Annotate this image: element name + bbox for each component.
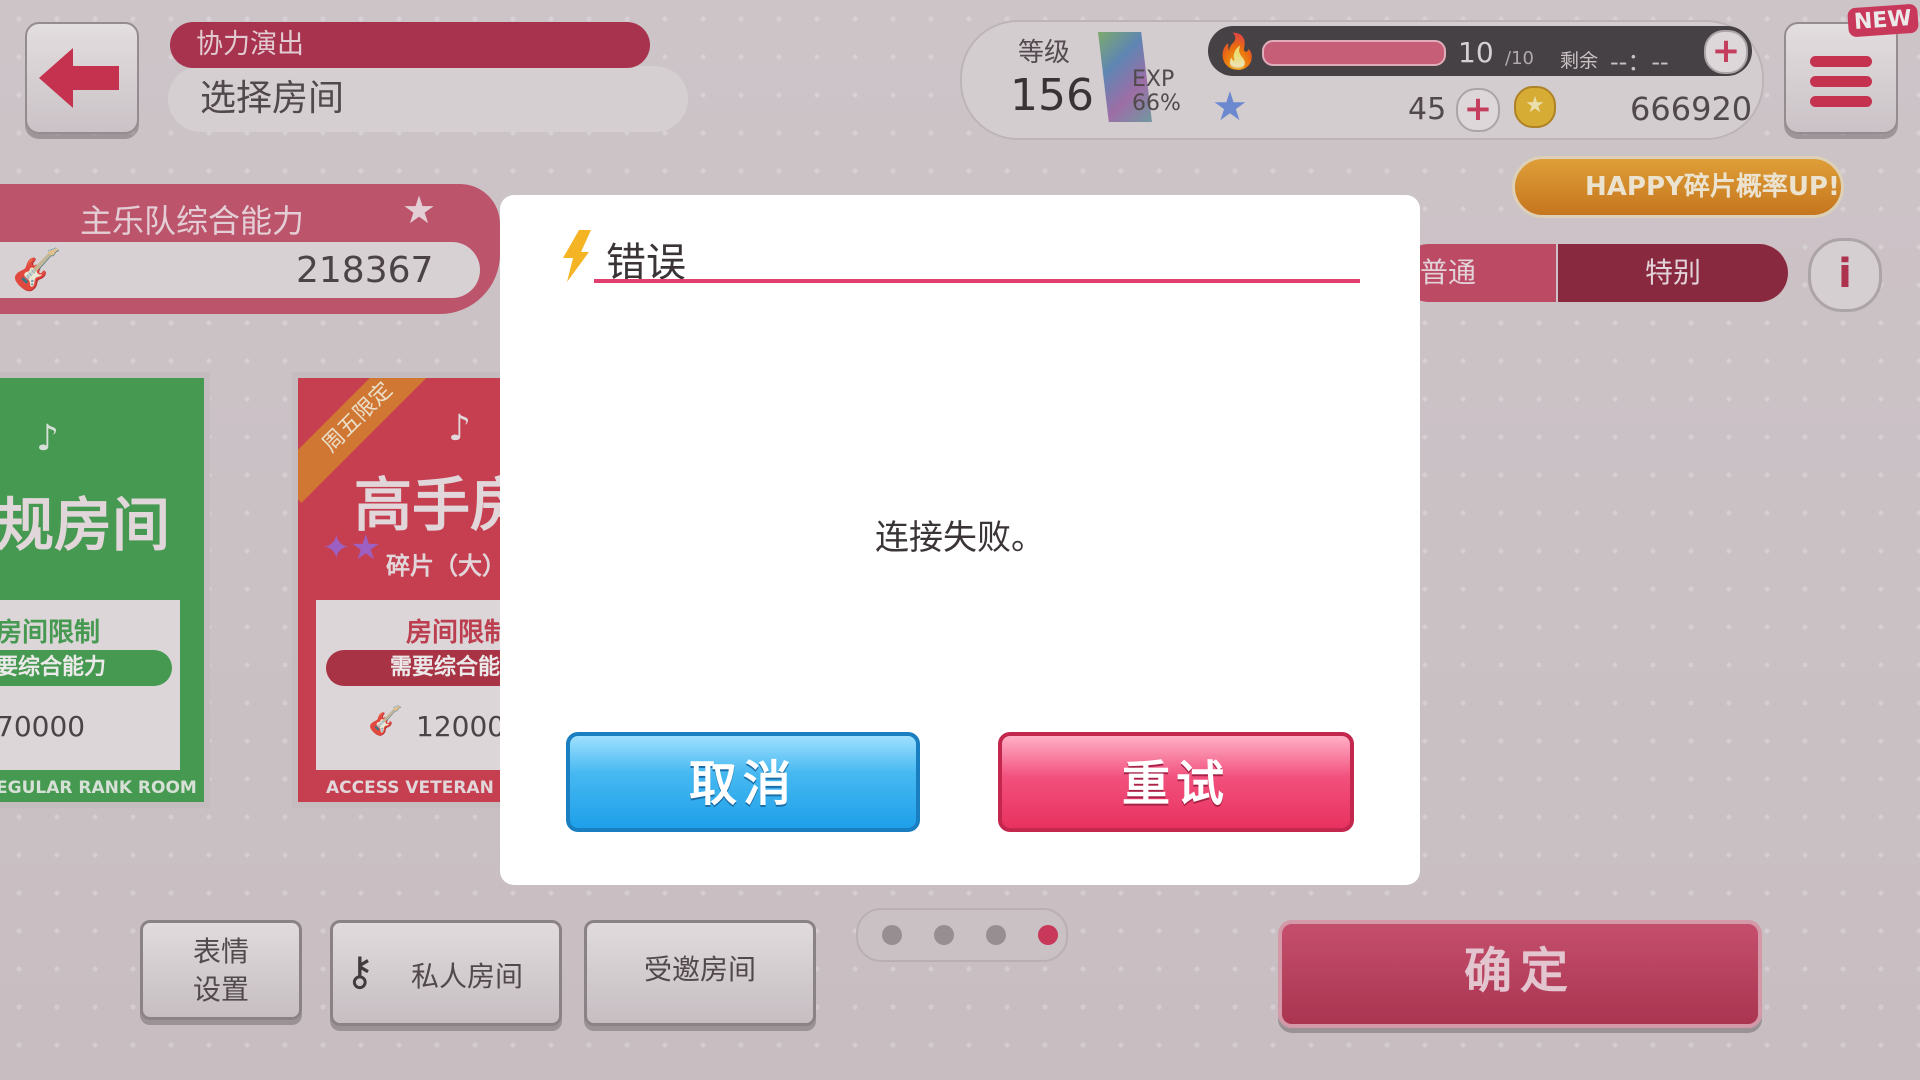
dialog-message: 连接失败。 (875, 518, 1045, 558)
retry-button[interactable]: 重试 (998, 732, 1354, 832)
dialog-title-underline (594, 279, 1360, 283)
lightning-icon (563, 230, 591, 282)
cancel-button[interactable]: 取消 (566, 732, 920, 832)
